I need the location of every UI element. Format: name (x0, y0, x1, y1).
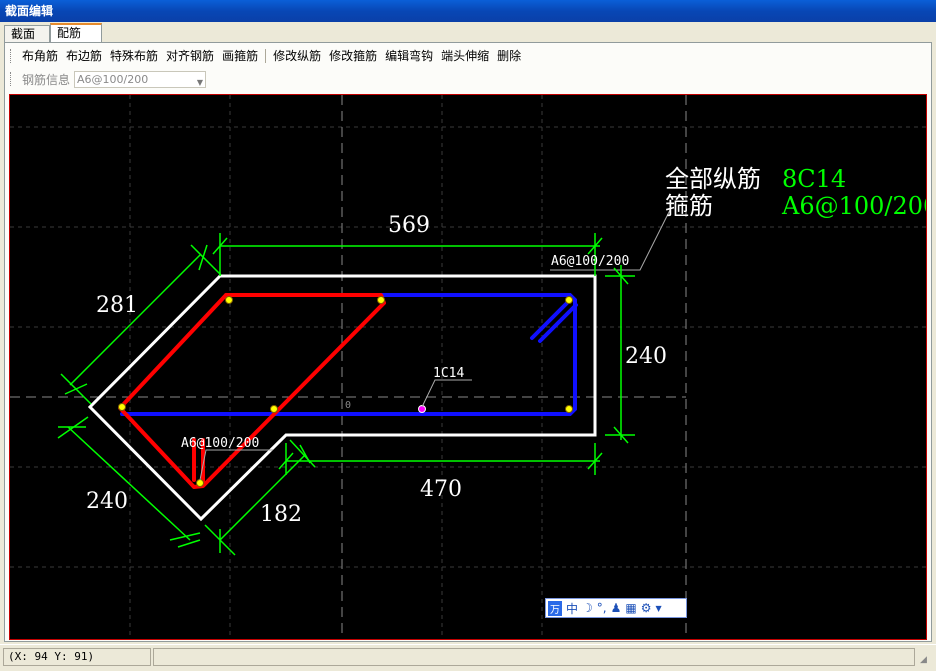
edit-stirrup-button[interactable]: 修改箍筋 (325, 46, 381, 66)
coords-readout: (X: 94 Y: 91) (8, 650, 95, 663)
rebar-info-label: 钢筋信息 (22, 72, 71, 87)
outer-stirrup (120, 293, 578, 416)
drawing-canvas[interactable]: 569 281 240 470 240 182 A6@100/200 1C14 … (9, 94, 927, 640)
draw-stirrup-button[interactable]: 画箍筋 (218, 46, 262, 66)
toolbar-separator (265, 49, 267, 63)
chevron-down-icon[interactable]: ▼ (197, 75, 203, 90)
dimension-lines (57, 233, 635, 556)
legend-longitudinal-label: 全部纵筋 (665, 165, 761, 193)
dim-left-lower: 240 (86, 489, 128, 514)
grid-axes (10, 95, 687, 639)
resize-grip-icon[interactable]: ◢ (920, 655, 932, 667)
stirrup-label-lower: A6@100/200 (181, 436, 259, 451)
tab-section[interactable]: 截面 (4, 25, 50, 42)
punctuation-icon[interactable]: °, (597, 601, 607, 615)
tab-rebar[interactable]: 配筋 (50, 23, 102, 43)
window-titlebar: 截面编辑 (0, 0, 936, 22)
chevron-down-icon[interactable]: ▼ (655, 604, 661, 613)
keyboard-icon[interactable]: ▦ (625, 601, 636, 615)
stirrup-label-upper: A6@100/200 (551, 254, 629, 269)
dim-bottom-middle: 182 (260, 502, 302, 527)
end-extend-button[interactable]: 端头伸缩 (437, 46, 493, 66)
dim-bottom-right: 470 (420, 477, 462, 502)
origin-label: 0 (345, 400, 351, 411)
single-bar-label: 1C14 (433, 366, 464, 381)
rebar-toolbar: 布角筋 布边筋 特殊布筋 对齐钢筋 画箍筋 修改纵筋 修改箍筋 编辑弯钩 端头伸… (8, 45, 525, 67)
ime-toolbar[interactable]: 万 中 ☽ °, ♟ ▦ ⚙ ▼ (545, 598, 687, 618)
leader-lines (199, 209, 671, 481)
ime-mode[interactable]: 中 (566, 600, 578, 617)
special-bar-button[interactable]: 特殊布筋 (106, 46, 162, 66)
legend-longitudinal-value: 8C14 (782, 165, 846, 193)
dim-left-upper: 281 (96, 293, 138, 318)
moon-icon[interactable]: ☽ (582, 601, 593, 615)
settings-icon[interactable]: ⚙ (641, 601, 652, 615)
edit-longitudinal-button[interactable]: 修改纵筋 (269, 46, 325, 66)
dim-right: 240 (625, 344, 667, 369)
coords-panel: (X: 94 Y: 91) (3, 648, 151, 666)
inner-stirrup (118, 293, 386, 489)
dim-top: 569 (388, 213, 430, 238)
rebar-dots (118, 296, 573, 487)
status-panel (153, 648, 915, 666)
rebar-info-toolbar: 钢筋信息 A6@100/200 ▼ (8, 68, 207, 90)
rebar-info-value: A6@100/200 (77, 72, 149, 86)
align-bar-button[interactable]: 对齐钢筋 (162, 46, 218, 66)
toolbar-grip[interactable] (10, 72, 14, 86)
edit-hook-button[interactable]: 编辑弯钩 (381, 46, 437, 66)
corner-bar-button[interactable]: 布角筋 (18, 46, 62, 66)
toolbar-grip[interactable] (10, 49, 14, 63)
window-title: 截面编辑 (5, 4, 54, 18)
ime-logo-icon[interactable]: 万 (548, 600, 562, 616)
user-icon[interactable]: ♟ (611, 601, 622, 615)
legend-stirrup-value: A6@100/200 (781, 192, 926, 220)
side-bar-button[interactable]: 布边筋 (62, 46, 106, 66)
delete-button[interactable]: 删除 (493, 46, 525, 66)
legend-stirrup-label: 箍筋 (665, 192, 713, 220)
rebar-info-select[interactable]: A6@100/200 ▼ (74, 70, 207, 90)
status-bar: (X: 94 Y: 91) ◢ (0, 644, 936, 671)
